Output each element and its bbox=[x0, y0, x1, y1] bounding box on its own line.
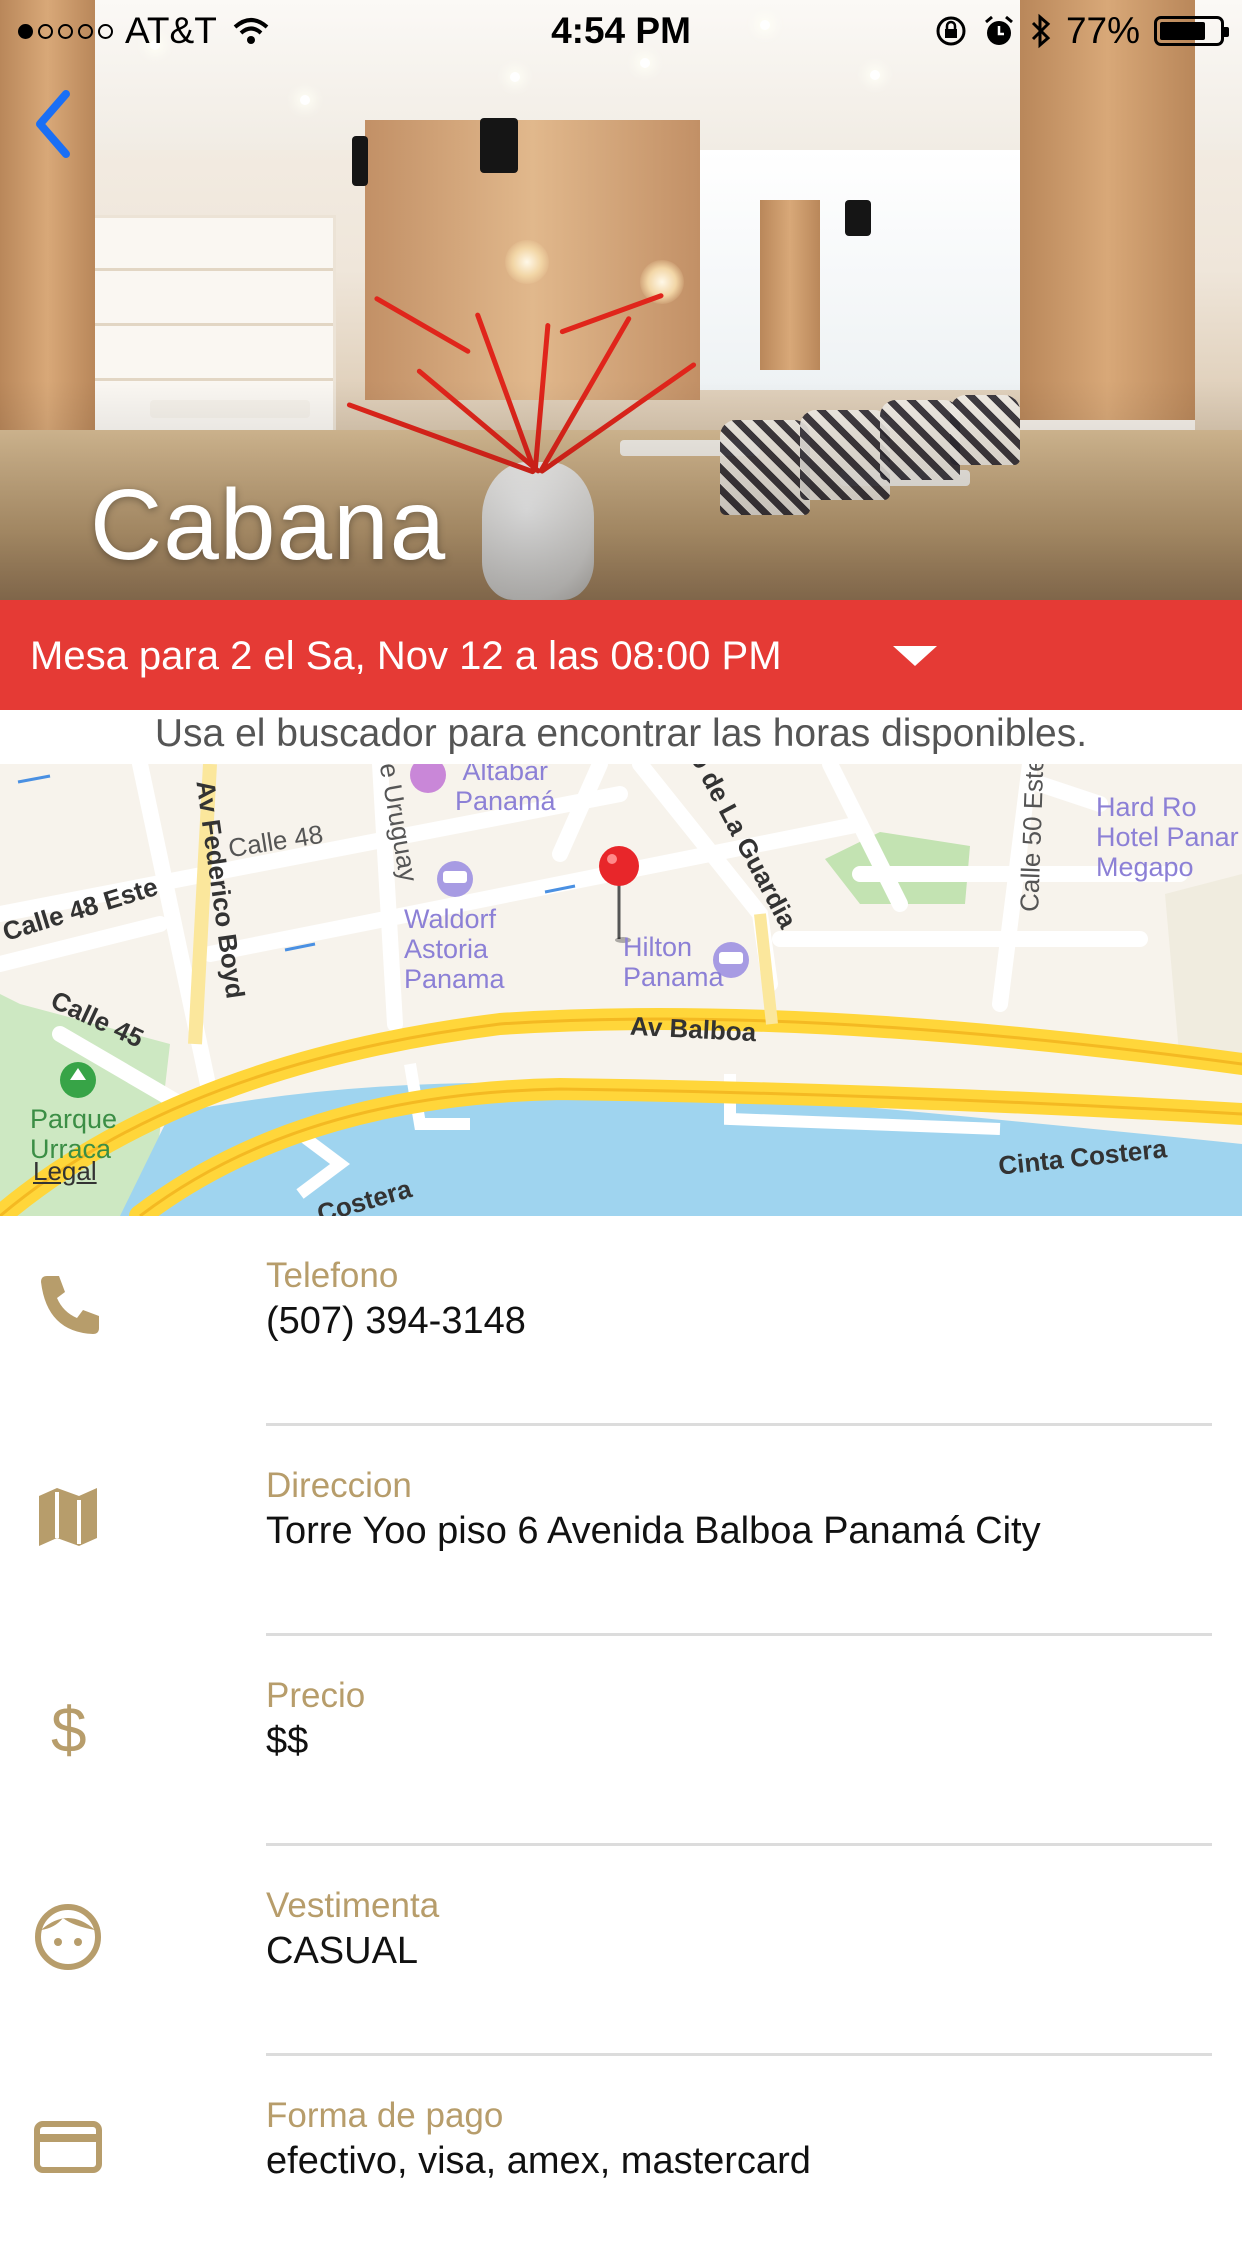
dropdown-arrow-icon bbox=[893, 646, 937, 666]
battery-icon bbox=[1154, 16, 1229, 46]
speaker bbox=[845, 200, 871, 236]
detail-label: Precio bbox=[266, 1676, 366, 1715]
detail-label: Vestimenta bbox=[266, 1886, 440, 1925]
map-poi-hardrock[interactable]: Hard Ro Hotel Panar Megapo bbox=[1096, 792, 1239, 882]
reservation-summary: Mesa para 2 el Sa, Nov 12 a las 08:00 PM bbox=[30, 634, 782, 678]
battery-percent: 77% bbox=[1065, 10, 1140, 51]
speaker bbox=[352, 136, 368, 186]
map-poi-altabar[interactable]: Altabar Panamá bbox=[455, 764, 556, 816]
rotation-lock-icon bbox=[936, 16, 966, 46]
detail-row-price: $ Precio $$ bbox=[0, 1636, 1242, 1846]
phone-icon bbox=[41, 1276, 99, 1334]
svg-text:$: $ bbox=[51, 1694, 87, 1762]
pillar bbox=[0, 0, 95, 430]
window bbox=[700, 150, 1030, 390]
chevron-left-icon bbox=[36, 90, 70, 158]
back-button[interactable] bbox=[26, 84, 86, 164]
face-icon bbox=[35, 1904, 101, 1970]
dollar-icon: $ bbox=[51, 1694, 87, 1762]
street-label: Av Balboa bbox=[629, 1010, 757, 1048]
restaurant-hero-image: Cabana bbox=[0, 0, 1242, 600]
reservation-selector[interactable]: Mesa para 2 el Sa, Nov 12 a las 08:00 PM bbox=[0, 600, 1242, 710]
downlight bbox=[300, 95, 310, 105]
phone-number-link[interactable]: (507) 394-3148 bbox=[266, 1300, 526, 1343]
dress-code-value: CASUAL bbox=[266, 1930, 419, 1972]
availability-hint: Usa el buscador para encontrar las horas… bbox=[154, 712, 1088, 755]
payment-methods-value: efectivo, visa, amex, mastercard bbox=[266, 2140, 811, 2182]
downlight bbox=[510, 72, 520, 82]
map-legal-link[interactable]: Legal bbox=[33, 1156, 97, 1187]
detail-label: Telefono bbox=[266, 1256, 399, 1295]
status-bar: AT&T 4:54 PM 77% bbox=[0, 0, 1242, 62]
detail-row-address[interactable]: Direccion Torre Yoo piso 6 Avenida Balbo… bbox=[0, 1426, 1242, 1636]
price-value: $$ bbox=[266, 1720, 309, 1762]
street-label: Calle 50 Este bbox=[1014, 764, 1050, 913]
detail-row-dress-code: Vestimenta CASUAL bbox=[0, 1846, 1242, 2056]
speaker bbox=[480, 118, 518, 173]
wall-sconce bbox=[505, 240, 549, 284]
downlight bbox=[870, 70, 880, 80]
detail-row-phone[interactable]: Telefono (507) 394-3148 bbox=[0, 1216, 1242, 1426]
location-pin-icon bbox=[599, 846, 639, 886]
map-poi-hilton[interactable]: Hilton Panama bbox=[623, 932, 724, 992]
pillar bbox=[1020, 0, 1195, 420]
map-poi-waldorf[interactable]: Waldorf Astoria Panama bbox=[404, 904, 505, 994]
address-value[interactable]: Torre Yoo piso 6 Avenida Balboa Panamá C… bbox=[266, 1510, 1041, 1553]
bluetooth-icon bbox=[1031, 13, 1051, 49]
credit-card-icon bbox=[34, 2121, 102, 2173]
map-icon bbox=[39, 1488, 97, 1546]
alarm-icon bbox=[984, 15, 1013, 45]
location-map[interactable]: Altabar Panamá Waldorf Astoria Panama Hi… bbox=[0, 764, 1242, 1216]
restaurant-name: Cabana bbox=[90, 469, 447, 581]
detail-row-payment: Forma de pago efectivo, visa, amex, mast… bbox=[0, 2056, 1242, 2266]
pillar bbox=[760, 200, 820, 370]
detail-label: Forma de pago bbox=[266, 2096, 504, 2135]
map-park-label[interactable]: Parque Urraca bbox=[30, 1104, 117, 1164]
detail-label: Direccion bbox=[266, 1466, 412, 1505]
